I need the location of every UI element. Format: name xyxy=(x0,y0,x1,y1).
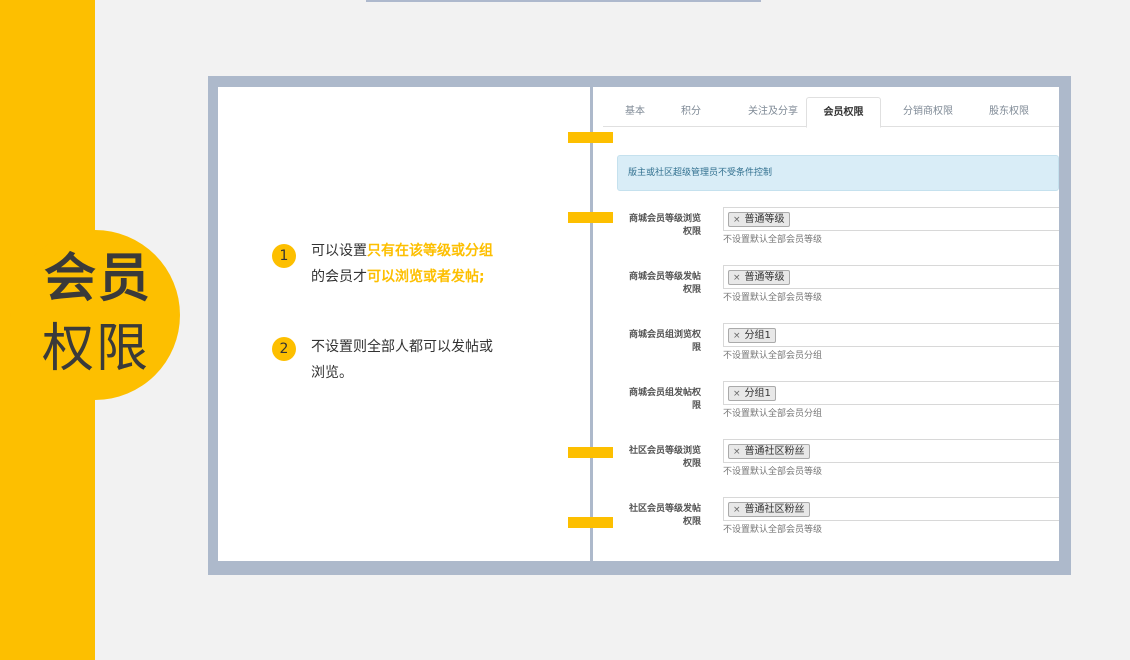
remove-tag-icon[interactable]: × xyxy=(733,447,741,457)
row-label-community-level-post: 社区会员等级发帖 权限 xyxy=(628,504,701,527)
community-level-post-select[interactable]: × 普通社区粉丝 xyxy=(723,497,1059,521)
info-alert: 版主或社区超级管理员不受条件控制 xyxy=(617,155,1059,191)
tab-distributor-permissions[interactable]: 分销商权限 xyxy=(890,97,966,128)
remove-tag-icon[interactable]: × xyxy=(733,215,741,225)
section-title-line1: 会员 xyxy=(44,249,153,309)
row-label-mall-level-post: 商城会员等级发帖 权限 xyxy=(628,272,701,295)
callout-marker xyxy=(568,517,613,528)
callout-marker xyxy=(568,447,613,458)
remove-tag-icon[interactable]: × xyxy=(733,331,741,341)
note-1-line-1: 可以设置只有在该等级或分组 xyxy=(311,243,493,259)
step-number-2: 2 xyxy=(272,337,296,361)
callout-marker xyxy=(568,212,613,223)
row-help-text: 不设置默认全部会员分组 xyxy=(723,409,823,419)
explanation-panel: 1 可以设置只有在该等级或分组 的会员才可以浏览或者发帖; 2 不设置则全部人都… xyxy=(218,87,590,561)
mall-level-post-select[interactable]: × 普通等级 xyxy=(723,265,1059,289)
remove-tag-icon[interactable]: × xyxy=(733,505,741,515)
mall-group-post-select[interactable]: × 分组1 xyxy=(723,381,1059,405)
tab-basic[interactable]: 基本 xyxy=(603,97,667,128)
note-2-line-2: 浏览。 xyxy=(311,365,353,381)
selected-tag: × 普通社区粉丝 xyxy=(728,444,810,459)
note-1: 可以设置只有在该等级或分组 的会员才可以浏览或者发帖; xyxy=(311,238,551,290)
note-2: 不设置则全部人都可以发帖或 浏览。 xyxy=(311,334,551,386)
row-help-text: 不设置默认全部会员等级 xyxy=(723,467,823,477)
remove-tag-icon[interactable]: × xyxy=(733,389,741,399)
note-2-line-1: 不设置则全部人都可以发帖或 xyxy=(311,339,493,355)
note-1-line-2: 的会员才可以浏览或者发帖; xyxy=(311,269,485,285)
mall-level-browse-select[interactable]: × 普通等级 xyxy=(723,207,1059,231)
row-label-mall-group-post: 商城会员组发帖权限 xyxy=(628,388,701,411)
selected-tag: × 普通等级 xyxy=(728,212,790,227)
community-level-browse-select[interactable]: × 普通社区粉丝 xyxy=(723,439,1059,463)
mall-group-browse-select[interactable]: × 分组1 xyxy=(723,323,1059,347)
row-help-text: 不设置默认全部会员等级 xyxy=(723,525,823,535)
row-help-text: 不设置默认全部会员分组 xyxy=(723,351,823,361)
section-title-line2: 权限 xyxy=(42,319,151,379)
row-label-mall-group-browse: 商城会员组浏览权限 xyxy=(628,330,701,353)
selected-tag: × 分组1 xyxy=(728,386,776,401)
tab-points[interactable]: 积分 xyxy=(667,97,715,128)
row-label-mall-level-browse: 商城会员等级浏览 权限 xyxy=(628,214,701,237)
settings-tabs: 基本 积分 关注及分享 会员权限 分销商权限 股东权限 xyxy=(603,97,1059,128)
top-divider-line xyxy=(366,0,761,2)
callout-marker xyxy=(568,132,613,143)
selected-tag: × 普通社区粉丝 xyxy=(728,502,810,517)
tab-member-permissions[interactable]: 会员权限 xyxy=(806,97,881,128)
settings-screenshot: 基本 积分 关注及分享 会员权限 分销商权限 股东权限 版主或社区超级管理员不受… xyxy=(593,87,1059,561)
selected-tag: × 普通等级 xyxy=(728,270,790,285)
row-label-community-level-browse: 社区会员等级浏览 权限 xyxy=(628,446,701,469)
row-help-text: 不设置默认全部会员等级 xyxy=(723,293,823,303)
remove-tag-icon[interactable]: × xyxy=(733,273,741,283)
row-help-text: 不设置默认全部会员等级 xyxy=(723,235,823,245)
selected-tag: × 分组1 xyxy=(728,328,776,343)
step-number-1: 1 xyxy=(272,244,296,268)
tab-shareholder-permissions[interactable]: 股东权限 xyxy=(973,97,1045,128)
